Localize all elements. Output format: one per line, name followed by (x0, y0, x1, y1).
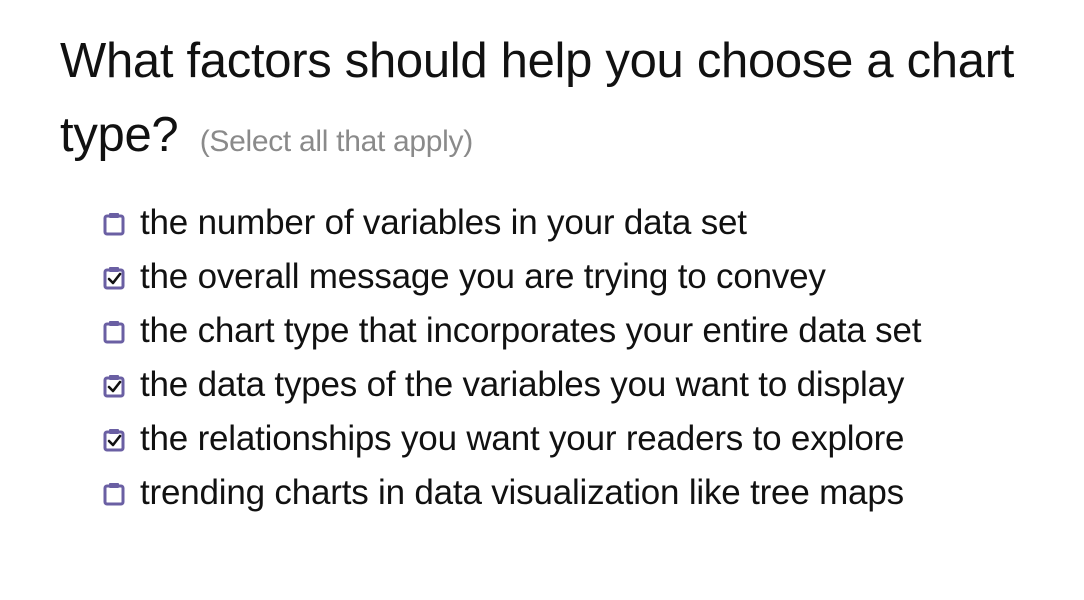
checkbox-icon[interactable] (100, 425, 128, 453)
option-label: the overall message you are trying to co… (140, 257, 826, 296)
option-item[interactable]: the number of variables in your data set (100, 196, 921, 250)
option-label: the chart type that incorporates your en… (140, 311, 922, 350)
option-item[interactable]: the data types of the variables you want… (100, 358, 921, 412)
option-label: the data types of the variables you want… (140, 365, 905, 404)
checkbox-frame (103, 268, 125, 290)
checkbox-clip (109, 429, 119, 434)
checkbox-frame (103, 322, 125, 344)
option-label: trending charts in data visualization li… (140, 473, 904, 512)
option-label: the number of variables in your data set (140, 203, 747, 242)
checkbox-frame (103, 484, 125, 506)
option-item[interactable]: the overall message you are trying to co… (100, 250, 921, 304)
checkbox-icon[interactable] (100, 263, 128, 291)
options-list: the number of variables in your data set… (100, 196, 921, 520)
checkbox-clip (109, 267, 119, 272)
option-item[interactable]: trending charts in data visualization li… (100, 466, 921, 520)
checkbox-icon[interactable] (100, 209, 128, 237)
checkbox-icon[interactable] (100, 371, 128, 399)
option-item[interactable]: the chart type that incorporates your en… (100, 304, 921, 358)
option-label: the relationships you want your readers … (140, 419, 905, 458)
checkbox-frame (103, 214, 125, 236)
checkbox-icon[interactable] (100, 317, 128, 345)
checkbox-clip (109, 213, 119, 218)
checkbox-clip (109, 375, 119, 380)
checkbox-icon[interactable] (100, 479, 128, 507)
option-item[interactable]: the relationships you want your readers … (100, 412, 921, 466)
checkbox-clip (109, 321, 119, 326)
question-hint: (Select all that apply) (199, 125, 474, 158)
question-text: What factors should help you choose a ch… (60, 24, 1060, 179)
checkbox-frame (103, 430, 125, 452)
checkbox-frame (103, 376, 125, 398)
checkbox-clip (109, 483, 119, 488)
